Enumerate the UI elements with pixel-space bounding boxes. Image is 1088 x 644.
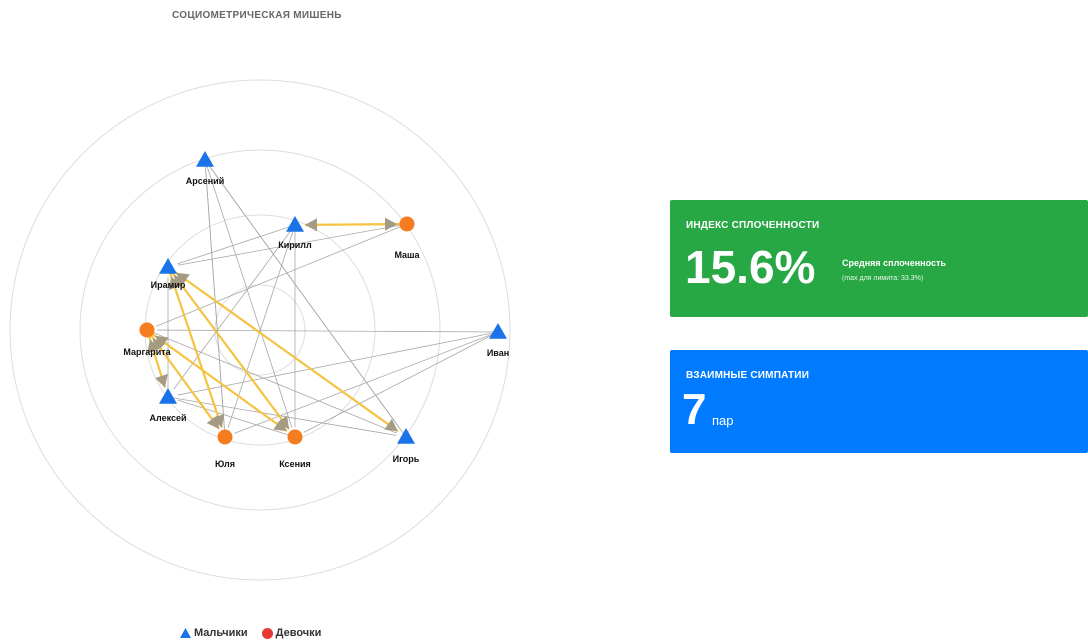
node-label: Кирилл (278, 240, 312, 250)
triangle-icon (489, 323, 507, 339)
legend-boys-label: Мальчики (194, 627, 248, 639)
edge-ivan-margarita (156, 329, 499, 333)
node-label: Арсений (186, 176, 225, 186)
node-label: Иван (487, 348, 509, 358)
node-igor[interactable]: Игорь (393, 428, 420, 464)
cohesion-description: Средняя сплоченность (842, 258, 946, 268)
legend-girls-label: Девочки (275, 627, 322, 639)
arrowhead-masha-kirill (304, 218, 318, 232)
mutual-unit: пар (712, 413, 734, 428)
node-label: Алексей (149, 413, 186, 423)
cohesion-index-card: ИНДЕКС СПЛОЧЕННОСТИ 15.6% Средняя сплоче… (670, 200, 1088, 317)
circle-icon (217, 429, 233, 445)
legend-girls[interactable]: Девочки (261, 627, 322, 639)
mutual-card-header: ВЗАИМНЫЕ СИМПАТИИ (686, 370, 810, 381)
node-arseniy[interactable]: Арсений (186, 151, 225, 186)
node-ivan[interactable]: Иван (487, 323, 509, 358)
sociometric-target: Арсений Кирилл Маша Ирамир Маргарита Иван Алек… (9, 79, 511, 581)
page: СОЦИОМЕТРИЧЕСКАЯ МИШЕНЬ Арсений Кирилл Маш… (0, 0, 1088, 644)
legend: Мальчики Девочки (180, 627, 335, 639)
node-label: Юля (215, 459, 235, 469)
nodes-layer: Арсений Кирилл Маша Ирамир Маргарита Иван Алек… (123, 151, 509, 469)
node-label: Игорь (393, 454, 420, 464)
node-yulya[interactable]: Юля (215, 429, 235, 470)
arrowhead-margarita-yulya (206, 415, 220, 429)
node-label: Маша (394, 250, 420, 260)
triangle-icon (180, 628, 191, 638)
arrowhead-iramir-igor (384, 418, 398, 432)
edges-layer (145, 159, 499, 438)
edge-yulya-arseniy (205, 169, 226, 438)
mutual-edge-iramir-kseniya (167, 266, 290, 430)
legend-boys[interactable]: Мальчики (180, 627, 248, 639)
circle-icon (261, 627, 273, 639)
edge-kseniya-aleksey (177, 399, 296, 438)
circle-icon (287, 429, 303, 445)
cohesion-card-header: ИНДЕКС СПЛОЧЕННОСТИ (686, 220, 820, 231)
node-label: Ксения (279, 459, 311, 469)
triangle-icon (196, 151, 214, 167)
circle-icon (399, 216, 415, 232)
triangle-icon (159, 258, 177, 274)
mutual-value: 7 (682, 385, 707, 434)
node-label: Ирамир (151, 280, 186, 290)
cohesion-note: (max для лимита: 33.3%) (842, 275, 924, 282)
circle-icon (139, 322, 155, 338)
mutual-sympathy-card: ВЗАИМНЫЕ СИМПАТИИ 7 пар (670, 350, 1088, 453)
edge-ivan-kseniya (303, 331, 499, 433)
cohesion-value: 15.6% (685, 241, 816, 293)
triangle-icon (397, 428, 415, 444)
node-aleksey[interactable]: Алексей (149, 388, 187, 423)
edge-ivan-aleksey (177, 331, 499, 396)
node-label: Маргарита (123, 347, 171, 357)
